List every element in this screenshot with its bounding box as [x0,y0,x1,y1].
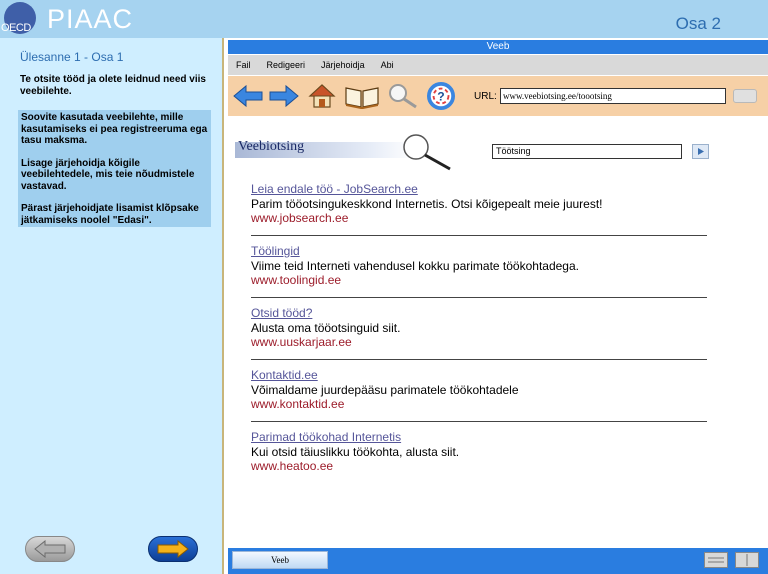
svg-text:?: ? [437,90,444,104]
result-description: Viime teid Interneti vahendusel kokku pa… [251,259,579,273]
bookmark-book-icon[interactable] [344,82,380,110]
home-icon[interactable] [308,82,336,110]
single-view-icon[interactable] [704,552,728,568]
task-instructions: Soovite kasutada veebilehte, mille kasut… [18,110,211,227]
result-url: www.kontaktid.ee [251,397,345,411]
result-description: Võimaldame juurdepääsu parimatele töökoh… [251,383,519,397]
logo-piaac-text: PIAAC [47,4,134,34]
result-item: Parimad töökohad Internetis Kui otsid tä… [251,430,707,484]
result-description: Kui otsid täiuslikku töökohta, alusta si… [251,445,460,459]
split-view-icon[interactable] [735,552,759,568]
section-label: Osa 2 [675,14,721,33]
result-title-link[interactable]: Kontaktid.ee [251,368,707,383]
result-title-link[interactable]: Leia endale töö - JobSearch.ee [251,182,707,197]
help-icon[interactable]: ? [426,82,456,110]
result-description: Alusta oma tööotsinguid siit. [251,321,401,335]
forward-arrow-icon[interactable] [268,82,300,110]
menu-help[interactable]: Abi [381,60,394,70]
search-magnifier-icon[interactable] [386,82,420,110]
result-item: Töölingid Viime teid Interneti vahenduse… [251,244,707,298]
task-title: Ülesanne 1 - Osa 1 [20,50,124,64]
task-panel: Ülesanne 1 - Osa 1 Te otsite tööd ja ole… [0,38,224,574]
search-banner-label: Veebiotsing [238,139,305,154]
left-arrow-icon [34,540,66,558]
logo-oecd-text: OECD [1,22,31,34]
single-view-lines-icon [708,557,724,563]
result-item: Leia endale töö - JobSearch.ee Parim töö… [251,182,707,236]
page-content: Veebiotsing Töötsing Leia endale töö - J… [228,116,768,548]
result-url: www.jobsearch.ee [251,211,349,225]
search-results: Leia endale töö - JobSearch.ee Parim töö… [251,182,707,492]
result-url: www.heatoo.ee [251,459,334,473]
status-bar: Veeb [228,548,768,574]
split-view-lines-icon [746,554,748,566]
task-intro: Te otsite tööd ja olete leidnud need vii… [20,74,206,97]
instruction-2: Lisage järjehoidja kõigile veebilehtedel… [21,157,195,192]
url-label: URL: [474,91,497,102]
url-input[interactable]: www.veebiotsing.ee/toootsing [500,88,726,104]
menu-bar: Fail Redigeeri Järjehoidja Abi [228,55,768,75]
result-title-link[interactable]: Töölingid [251,244,707,259]
browser-title: Veeb [228,40,768,54]
result-title-link[interactable]: Parimad töökohad Internetis [251,430,707,445]
result-description: Parim tööotsingukeskkond Internetis. Ots… [251,197,603,211]
search-go-button[interactable] [692,144,709,159]
menu-edit[interactable]: Redigeeri [267,60,306,70]
browser-tab[interactable]: Veeb [232,551,328,569]
result-item: Kontaktid.ee Võimaldame juurdepääsu pari… [251,368,707,422]
menu-bookmarks[interactable]: Järjehoidja [321,60,365,70]
instruction-1: Soovite kasutada veebilehte, mille kasut… [21,112,208,146]
result-url: www.uuskarjaar.ee [251,335,352,349]
play-triangle-icon [697,148,704,155]
result-title-link[interactable]: Otsid tööd? [251,306,707,321]
back-arrow-icon[interactable] [232,82,264,110]
back-button[interactable] [25,536,75,562]
instruction-3: Pärast järjehoidjate lisamist klõpsake j… [21,203,199,226]
app-header: OECD PIAAC Osa 2 [0,0,768,38]
browser-toolbar: ? URL: www.veebiotsing.ee/toootsing [228,76,768,116]
menu-file[interactable]: Fail [236,60,251,70]
url-go-button[interactable] [733,89,757,103]
result-item: Otsid tööd? Alusta oma tööotsinguid siit… [251,306,707,360]
browser-window: Veeb Fail Redigeeri Järjehoidja Abi ? UR… [226,38,768,574]
result-url: www.toolingid.ee [251,273,342,287]
search-input[interactable]: Töötsing [492,144,682,159]
next-button[interactable] [148,536,198,562]
magnifier-icon [403,134,451,171]
right-arrow-icon [157,540,189,558]
